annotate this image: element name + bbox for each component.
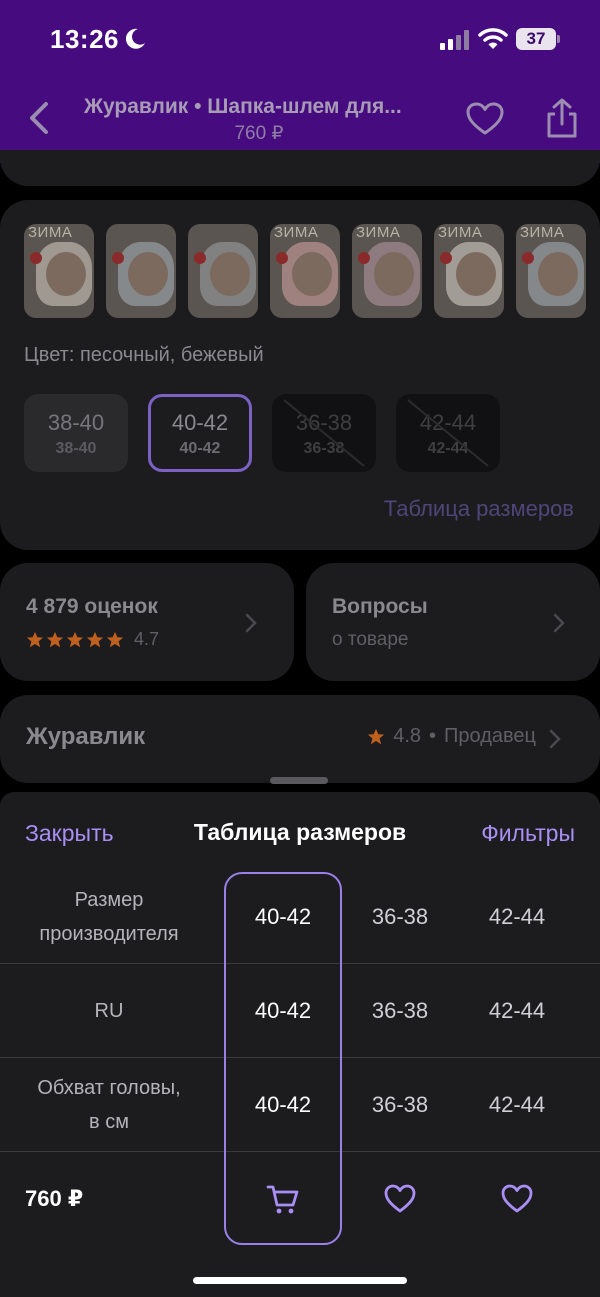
filters-button[interactable]: Фильтры [481,820,575,847]
star-icon [86,631,104,647]
wifi-icon [478,28,508,49]
cellular-signal-icon [440,30,469,50]
star-icon [46,631,64,647]
home-indicator[interactable] [193,1277,407,1284]
battery-icon: 37 [516,28,560,50]
questions-title: Вопросы [332,595,428,618]
color-thumbnail[interactable] [188,224,258,318]
header-price: 760 ₽ [234,123,284,144]
selected-size-column [224,872,342,1245]
color-thumbnail[interactable]: ЗИМА [434,224,504,318]
back-button[interactable] [22,96,58,140]
color-thumbnail[interactable]: ЗИМА [352,224,422,318]
variants-card: ЗИМА ЗИМА ЗИМА ЗИМА ЗИМА Цвет: песочный,… [0,200,600,550]
color-label: Цвет: песочный, бежевый [24,344,264,366]
video-icon [440,252,452,264]
seller-role: Продавец [444,725,536,747]
unavailable-slash-icon [407,399,489,467]
row-label: RU [94,1000,124,1022]
unavailable-slash-icon [283,399,365,467]
chevron-right-icon [553,613,565,633]
battery-level: 37 [516,28,556,50]
chevron-right-icon [549,729,561,749]
color-thumbnail[interactable]: ЗИМА [516,224,586,318]
size-cell[interactable]: 42-44 [459,964,575,1058]
seller-rating: 4.8 • Продавец [367,725,536,748]
size-cell[interactable]: 36-38 [342,1058,458,1152]
color-gallery[interactable]: ЗИМА ЗИМА ЗИМА ЗИМА ЗИМА [24,224,600,318]
color-thumbnail[interactable]: ЗИМА [270,224,340,318]
previous-card [0,150,600,186]
video-icon [276,252,288,264]
rating-card[interactable]: 4 879 оценок 4.7 [0,563,294,681]
size-cell[interactable]: 36-38 [342,964,458,1058]
size-table-sheet: Таблица размеров Закрыть Фильтры Размер … [0,792,600,1297]
video-icon [358,252,370,264]
size-table-link[interactable]: Таблица размеров [384,496,574,522]
favorite-button[interactable] [464,98,506,140]
size-cell[interactable]: 42-44 [459,1058,575,1152]
questions-subtitle: о товаре [332,629,409,650]
ratings-count: 4 879 оценок [26,595,158,618]
star-icon [26,631,44,647]
video-icon [522,252,534,264]
footer-price: 760 ₽ [25,1186,84,1211]
favorite-size-button[interactable] [383,1182,417,1216]
size-cell[interactable]: 42-44 [459,870,575,964]
top-bar: 13:26 37 Журавлик • Шапка-шлем для... 76… [0,0,600,163]
status-time: 13:26 [50,24,119,54]
size-option-unavailable[interactable]: 36-38 36-38 [272,394,376,472]
size-option-selected[interactable]: 40-42 40-42 [148,394,252,472]
color-value: песочный, бежевый [79,344,264,366]
color-thumbnail[interactable]: ЗИМА [24,224,94,318]
rating-value: 4.7 [134,629,160,649]
video-icon [112,252,124,264]
star-icon [66,631,84,647]
row-label: Обхват головы, в см [37,1077,181,1133]
row-label: Размер производителя [39,889,179,945]
favorite-size-button[interactable] [500,1182,534,1216]
seller-card[interactable]: Журавлик 4.8 • Продавец [0,695,600,783]
close-button[interactable]: Закрыть [25,820,114,847]
video-icon [194,252,206,264]
questions-card[interactable]: Вопросы о товаре [306,563,600,681]
star-icon [368,728,385,744]
star-icon [106,631,124,647]
status-bar: 13:26 37 [0,0,600,80]
video-icon [30,252,42,264]
size-cell[interactable]: 36-38 [342,870,458,964]
size-option[interactable]: 38-40 38-40 [24,394,128,472]
sheet-grabber[interactable] [270,777,328,784]
share-button[interactable] [542,96,582,140]
moon-icon [125,28,145,49]
seller-name: Журавлик [26,723,146,750]
chevron-right-icon [245,613,257,633]
rating-stars: 4.7 [26,629,159,650]
color-thumbnail[interactable] [106,224,176,318]
size-option-unavailable[interactable]: 42-44 42-44 [396,394,500,472]
product-title: Журавлик • Шапка-шлем для... [84,95,402,118]
